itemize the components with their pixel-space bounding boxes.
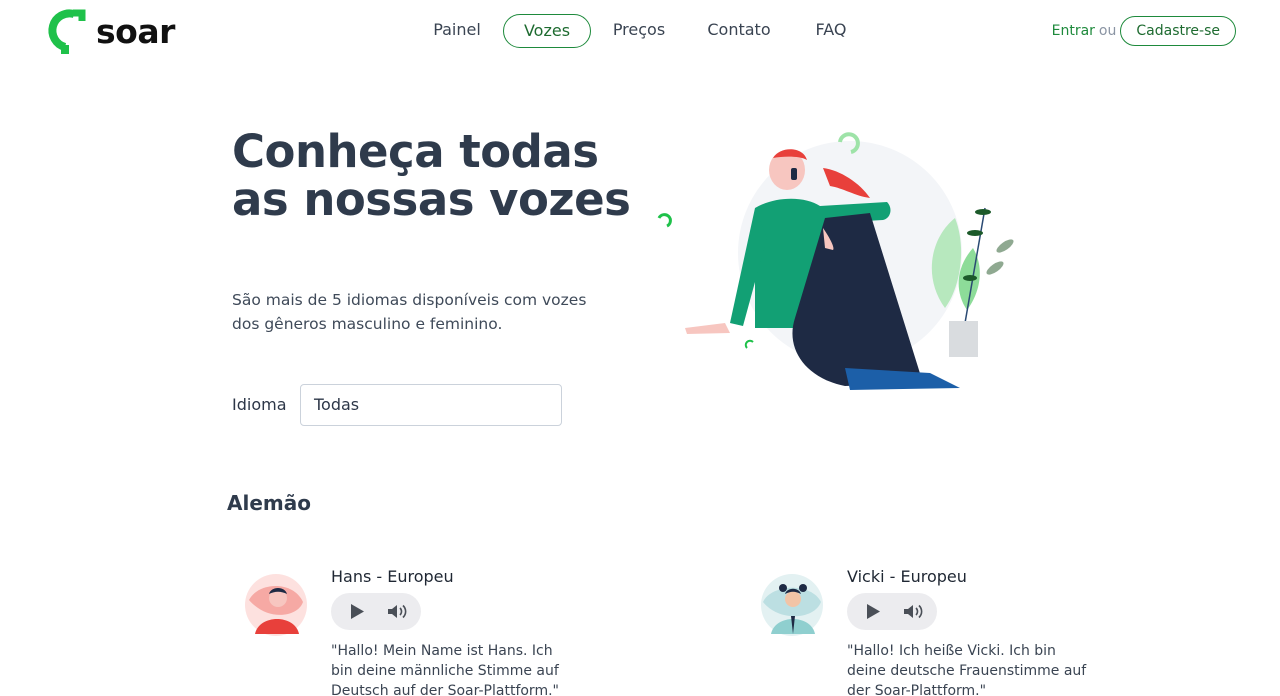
- voice-description: "Hallo! Mein Name ist Hans. Ich bin dein…: [331, 643, 559, 696]
- play-icon[interactable]: [349, 603, 365, 620]
- soar-logo-icon: [48, 9, 86, 54]
- audio-player: [331, 593, 421, 630]
- brand-name: soar: [96, 11, 175, 51]
- brand-logo[interactable]: soar: [44, 7, 175, 55]
- volume-icon[interactable]: [903, 603, 923, 620]
- nav-item-precos[interactable]: Preços: [604, 14, 674, 48]
- nav-item-faq[interactable]: FAQ: [806, 14, 856, 48]
- page-title: Conheça todas as nossas vozes: [232, 125, 631, 226]
- voice-name: Vicki - Europeu: [847, 567, 967, 586]
- voice-description: "Hallo! Ich heiße Vicki. Ich bin deine d…: [847, 643, 1087, 696]
- play-icon[interactable]: [865, 603, 881, 620]
- voice-name: Hans - Europeu: [331, 567, 454, 586]
- avatar: [761, 574, 823, 636]
- volume-icon[interactable]: [387, 603, 407, 620]
- nav-item-vozes[interactable]: Vozes: [503, 14, 591, 48]
- language-select[interactable]: Todas: [300, 384, 562, 426]
- avatar: [245, 574, 307, 636]
- page-subtitle: São mais de 5 idiomas disponíveis com vo…: [232, 291, 587, 333]
- nav-item-painel[interactable]: Painel: [424, 14, 490, 48]
- language-filter-label: Idioma: [232, 395, 287, 414]
- auth-links: Entrar ou Cadastre-se: [1052, 16, 1236, 46]
- section-title: Alemão: [227, 491, 311, 515]
- audio-player: [847, 593, 937, 630]
- login-link[interactable]: Entrar: [1052, 23, 1095, 39]
- signup-button[interactable]: Cadastre-se: [1120, 16, 1236, 46]
- nav-item-contato[interactable]: Contato: [698, 14, 780, 48]
- hero-illustration: [657, 132, 1014, 390]
- auth-separator: ou: [1098, 23, 1117, 39]
